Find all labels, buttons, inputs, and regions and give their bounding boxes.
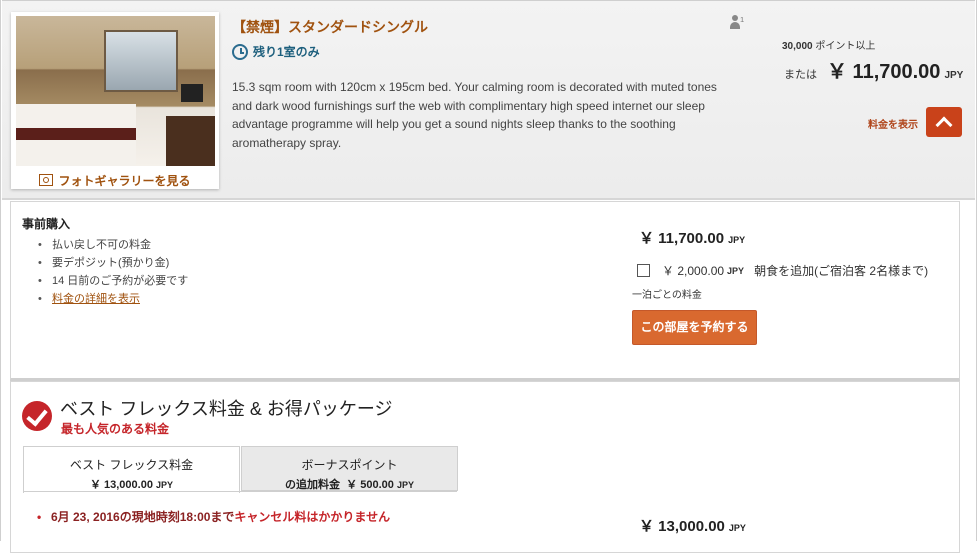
- room-photo[interactable]: [16, 16, 215, 166]
- room-photo-card[interactable]: フォトギャラリーを見る: [11, 12, 219, 189]
- flex-title: ベスト フレックス料金 & お得パッケージ: [60, 399, 393, 419]
- room-price-currency: JPY: [944, 70, 964, 81]
- per-night-note: 一泊ごとの料金: [632, 290, 702, 301]
- photo-gallery-label: フォトギャラリーを見る: [58, 174, 191, 188]
- flex-price-currency: JPY: [728, 523, 746, 533]
- occupancy-count: 1: [740, 15, 745, 24]
- prepay-price-amount: ￥ 11,700.00: [639, 230, 725, 247]
- camera-icon: [39, 174, 54, 186]
- prepay-conditions: 払い戻し不可の料金 要デポジット(預かり金) 14 日前のご予約が必要です 料金…: [38, 236, 188, 308]
- tab-bonus-points[interactable]: ボーナスポイント の追加料金 ￥ 500.00 JPY: [241, 446, 458, 491]
- breakfast-option: ￥ 2,000.00 JPY 朝食を追加(ご宿泊客 2名様まで): [637, 262, 928, 279]
- occupancy: 1: [730, 15, 744, 29]
- breakfast-label: 朝食を追加(ご宿泊客 2名様まで): [754, 264, 929, 278]
- flex-price-amount: ￥ 13,000.00: [639, 518, 725, 535]
- collapse-rates-button[interactable]: [926, 107, 962, 137]
- room-description: 15.3 sqm room with 120cm x 195cm bed. Yo…: [232, 80, 717, 150]
- clock-icon: [232, 43, 248, 60]
- room-price: または ￥ 11,700.00 JPY: [784, 55, 963, 84]
- breakfast-checkbox[interactable]: [637, 264, 650, 277]
- tab-price: ￥ 13,000.00 JPY: [89, 479, 174, 491]
- tab-label: ボーナスポイント: [301, 458, 398, 472]
- availability: 残り1室のみ: [232, 43, 320, 60]
- points-price: 30,000 ポイント以上: [782, 37, 875, 52]
- best-flex-rate: ベスト フレックス料金 & お得パッケージ 最も人気のある料金 ベスト フレック…: [10, 381, 960, 553]
- checkmark-icon: [22, 401, 52, 431]
- room-title[interactable]: 【禁煙】スタンダードシングル: [232, 17, 428, 37]
- prepay-title: 事前購入: [22, 217, 71, 231]
- prepay-price-currency: JPY: [728, 235, 746, 245]
- rate-details-link[interactable]: 料金の詳細を表示: [52, 293, 140, 305]
- breakfast-currency: JPY: [727, 265, 745, 276]
- room-price-amount: ￥ 11,700.00: [827, 61, 941, 83]
- book-room-button[interactable]: この部屋を予約する: [632, 310, 757, 345]
- rate-panel: フォトギャラリーを見る 【禁煙】スタンダードシングル 残り1室のみ 15.3 s…: [0, 0, 977, 553]
- photo-gallery-link[interactable]: フォトギャラリーを見る: [11, 172, 219, 189]
- tab-label: ベスト フレックス料金: [69, 458, 194, 472]
- flex-price: ￥ 13,000.00 JPY: [639, 515, 746, 536]
- cancel-date: 6月 23, 2016の現地時刻18:00まで: [51, 510, 235, 524]
- show-rates-label[interactable]: 料金を表示: [868, 116, 918, 131]
- list-item: 14 日前のご予約が必要です: [38, 272, 188, 290]
- cancel-text: キャンセル料はかかりません: [234, 510, 391, 524]
- breakfast-price: ￥ 2,000.00: [662, 264, 725, 278]
- room-header: フォトギャラリーを見る 【禁煙】スタンダードシングル 残り1室のみ 15.3 s…: [2, 0, 975, 200]
- tab-price: の追加料金 ￥ 500.00 JPY: [285, 479, 414, 491]
- or-label: または: [784, 69, 817, 81]
- person-icon: [730, 15, 740, 29]
- list-item: 料金の詳細を表示: [38, 290, 188, 308]
- popular-badge: 最も人気のある料金: [61, 422, 170, 436]
- points-suffix: ポイント以上: [815, 41, 876, 52]
- list-item: 払い戻し不可の料金: [38, 236, 188, 254]
- list-item: 要デポジット(預かり金): [38, 254, 188, 272]
- points-amount: 30,000: [782, 41, 813, 52]
- tab-best-flex[interactable]: ベスト フレックス料金 ￥ 13,000.00 JPY: [23, 446, 240, 493]
- cancellation-policy: 6月 23, 2016の現地時刻18:00までキャンセル料はかかりません: [37, 509, 391, 526]
- availability-text: 残り1室のみ: [253, 45, 320, 59]
- prepay-price: ￥ 11,700.00 JPY: [639, 227, 745, 248]
- prepay-rate: 事前購入 払い戻し不可の料金 要デポジット(預かり金) 14 日前のご予約が必要…: [10, 201, 960, 381]
